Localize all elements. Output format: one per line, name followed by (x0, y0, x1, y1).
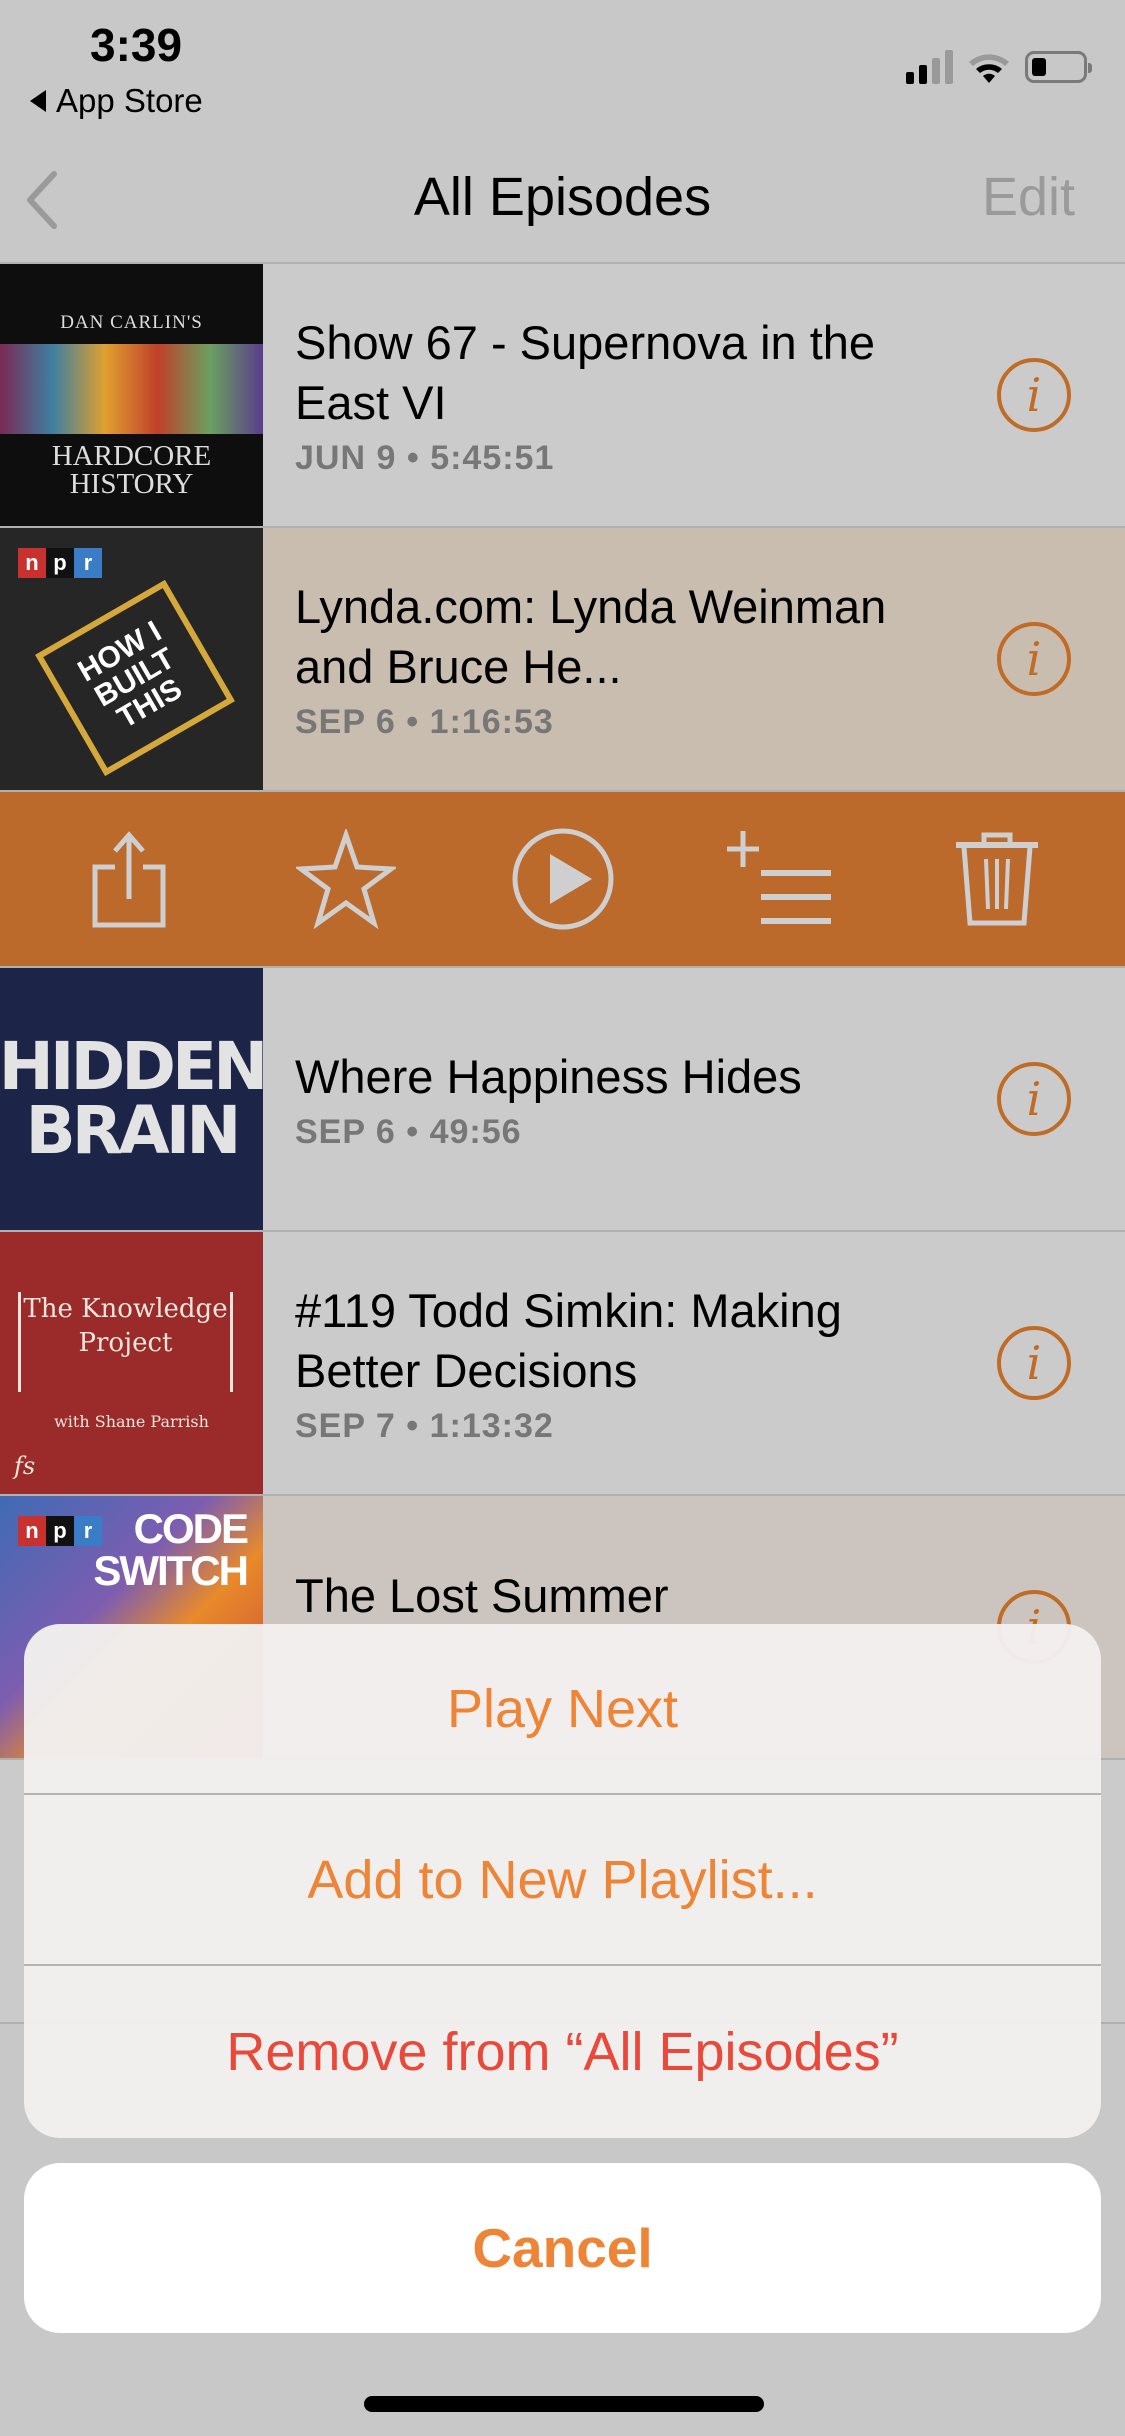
episode-meta: SEP 7 • 1:13:32 (295, 1406, 554, 1445)
episode-row[interactable]: The Knowledge Project with Shane Parrish… (0, 1232, 1125, 1496)
info-icon[interactable]: i (997, 622, 1071, 696)
npr-logo: npr (18, 548, 102, 578)
podcast-artwork: The Knowledge Project with Shane Parrish… (0, 1232, 263, 1494)
status-icons (906, 50, 1092, 84)
share-icon (92, 831, 165, 928)
episode-row[interactable]: DAN CARLIN'S HARDCORE HISTORY Show 67 - … (0, 264, 1125, 528)
podcast-artwork: DAN CARLIN'S HARDCORE HISTORY (0, 264, 263, 526)
podcast-artwork: HIDDEN BRAIN (0, 968, 263, 1230)
back-app-label: App Store (56, 82, 203, 119)
status-time: 3:39 (90, 19, 183, 71)
battery-icon (1025, 51, 1092, 83)
episode-title: Lynda.com: Lynda Weinman and Bruce He... (295, 579, 887, 693)
play-next-option[interactable]: Play Next (24, 1624, 1101, 1795)
trash-icon (955, 832, 1038, 926)
episode-row-selected[interactable]: npr HOW I BUILT THIS Lynda.com: Lynda We… (0, 528, 1125, 792)
episode-row[interactable]: HIDDEN BRAIN Where Happiness Hides SEP 6… (0, 968, 1125, 1232)
artwork-text: HARDCORE HISTORY (51, 440, 212, 500)
favorite-button[interactable] (291, 824, 401, 934)
artwork-text: CODE SWITCH (93, 1505, 249, 1594)
add-to-list-icon (726, 831, 831, 924)
cancel-button[interactable]: Cancel (24, 2163, 1101, 2333)
wifi-icon (969, 54, 1009, 83)
episode-meta: SEP 6 • 1:16:53 (295, 702, 554, 741)
info-icon[interactable]: i (997, 1326, 1071, 1400)
episode-title: The Lost Summer (295, 1569, 669, 1622)
add-to-new-playlist-option[interactable]: Add to New Playlist... (24, 1795, 1101, 1966)
navigation-bar: All Episodes Edit (0, 130, 1125, 264)
delete-button[interactable] (942, 824, 1052, 934)
add-to-queue-button[interactable] (725, 824, 835, 934)
edit-button[interactable]: Edit (982, 166, 1075, 228)
artwork-text: BRAIN (25, 1092, 242, 1169)
artwork-text: HOW I BUILT THIS (35, 579, 235, 777)
artwork-text: The Knowledge Project (18, 1292, 233, 1392)
action-sheet: Play Next Add to New Playlist... Remove … (24, 1624, 1101, 2138)
play-button[interactable] (508, 824, 618, 934)
info-icon[interactable]: i (997, 1062, 1071, 1136)
remove-from-all-episodes-option[interactable]: Remove from “All Episodes” (24, 1966, 1101, 2137)
page-title: All Episodes (413, 167, 712, 227)
info-icon[interactable]: i (997, 358, 1071, 432)
play-circle-icon (512, 828, 613, 930)
share-button[interactable] (74, 824, 184, 934)
back-to-app-store[interactable]: App Store (30, 82, 203, 120)
episode-meta: JUN 9 • 5:45:51 (295, 438, 555, 477)
episode-title: #119 Todd Simkin: Making Better Decision… (295, 1283, 842, 1397)
star-icon (295, 829, 396, 929)
back-triangle-icon (30, 90, 46, 112)
episode-title: Show 67 - Supernova in the East VI (295, 315, 876, 429)
episode-action-bar (0, 792, 1125, 968)
home-indicator[interactable] (364, 2396, 764, 2412)
episode-meta: SEP 6 • 49:56 (295, 1112, 522, 1151)
artwork-text: DAN CARLIN'S (60, 312, 203, 333)
artwork-text: HIDDEN (0, 1028, 263, 1105)
artwork-text: fs (14, 1452, 36, 1480)
podcast-artwork: npr HOW I BUILT THIS (0, 528, 263, 790)
artwork-text: with Shane Parrish (54, 1412, 209, 1431)
episode-title: Where Happiness Hides (295, 1049, 802, 1103)
cellular-signal-icon (906, 50, 953, 84)
status-bar: 3:39 App Store (0, 0, 1125, 130)
